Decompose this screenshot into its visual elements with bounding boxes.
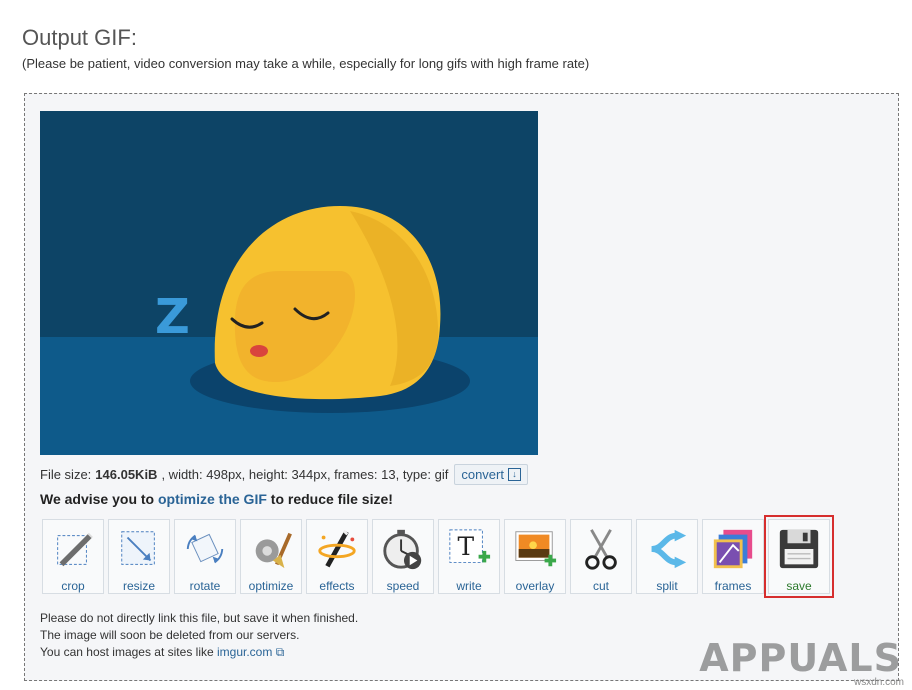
tool-label-save: save <box>786 579 812 593</box>
svg-text:Z: Z <box>155 289 190 345</box>
split-button[interactable]: split <box>636 519 698 594</box>
cut-button[interactable]: cut <box>570 519 632 594</box>
file-size-value: 146.05KiB <box>95 467 158 482</box>
convert-button[interactable]: convert ↓ <box>454 464 528 485</box>
split-icon <box>651 529 687 569</box>
external-link-icon: ⧉ <box>275 645 285 659</box>
svg-text:T: T <box>458 532 475 561</box>
write-button[interactable]: T write <box>438 519 500 594</box>
footer-line-3-prefix: You can host images at sites like <box>40 645 217 659</box>
advice-suffix: to reduce file size! <box>266 491 393 507</box>
rotate-button[interactable]: rotate <box>174 519 236 594</box>
optimize-button[interactable]: optimize <box>240 519 302 594</box>
convert-label: convert <box>461 467 504 482</box>
frames-icon <box>713 529 753 569</box>
floppy-disk-icon <box>779 529 819 569</box>
tool-label-crop: crop <box>61 579 85 593</box>
tool-label-optimize: optimize <box>248 579 294 593</box>
file-size-label: File size: <box>40 467 92 482</box>
tool-label-overlay: overlay <box>515 579 555 593</box>
watermark-logo: APPUALS <box>699 636 902 680</box>
crop-button[interactable]: crop <box>42 519 104 594</box>
resize-button[interactable]: resize <box>108 519 170 594</box>
effects-icon <box>318 530 356 568</box>
optimize-link[interactable]: optimize the GIF <box>158 491 267 507</box>
effects-button[interactable]: effects <box>306 519 368 594</box>
speed-icon <box>383 529 422 570</box>
advice-text: We advise you to optimize the GIF to red… <box>40 491 393 507</box>
tool-label-effects: effects <box>319 579 355 593</box>
advice-prefix: We advise you to <box>40 491 158 507</box>
optimize-icon <box>255 532 292 569</box>
tool-label-split: split <box>656 579 678 593</box>
download-icon: ↓ <box>507 468 521 481</box>
output-panel: Z File size: 146.05KiB, width: 498px, he… <box>24 93 899 681</box>
tool-label-cut: cut <box>592 579 609 593</box>
speed-button[interactable]: speed <box>372 519 434 594</box>
footer-notes: Please do not directly link this file, b… <box>40 610 358 661</box>
file-details: , width: 498px, height: 344px, frames: 1… <box>161 467 449 482</box>
footer-line-2: The image will soon be deleted from our … <box>40 628 300 642</box>
overlay-icon <box>515 531 557 567</box>
patience-note: (Please be patient, video conversion may… <box>22 56 590 71</box>
footer-line-3: You can host images at sites like imgur.… <box>40 644 358 661</box>
imgur-link[interactable]: imgur.com ⧉ <box>217 645 284 659</box>
write-icon: T <box>449 529 491 563</box>
frames-button[interactable]: frames <box>702 519 764 594</box>
footer-line-1: Please do not directly link this file, b… <box>40 611 359 625</box>
tool-label-resize: resize <box>122 579 155 593</box>
resize-icon <box>121 531 155 565</box>
rotate-icon <box>186 533 224 564</box>
file-info: File size: 146.05KiB, width: 498px, heig… <box>40 464 528 485</box>
scissors-icon <box>585 529 617 570</box>
imgur-link-label: imgur.com <box>217 645 273 659</box>
gif-preview: Z <box>40 111 538 455</box>
tool-bar: crop resize rotate optimize effects spee… <box>42 515 834 598</box>
tool-label-write: write <box>456 579 482 593</box>
tool-label-frames: frames <box>714 579 752 593</box>
tool-label-rotate: rotate <box>189 579 221 593</box>
save-button[interactable]: save <box>764 515 834 598</box>
page-title: Output GIF: <box>22 24 137 50</box>
overlay-button[interactable]: overlay <box>504 519 566 594</box>
tool-label-speed: speed <box>386 579 420 593</box>
watermark-site: wsxdn.com <box>853 677 904 688</box>
crop-icon <box>57 532 93 567</box>
